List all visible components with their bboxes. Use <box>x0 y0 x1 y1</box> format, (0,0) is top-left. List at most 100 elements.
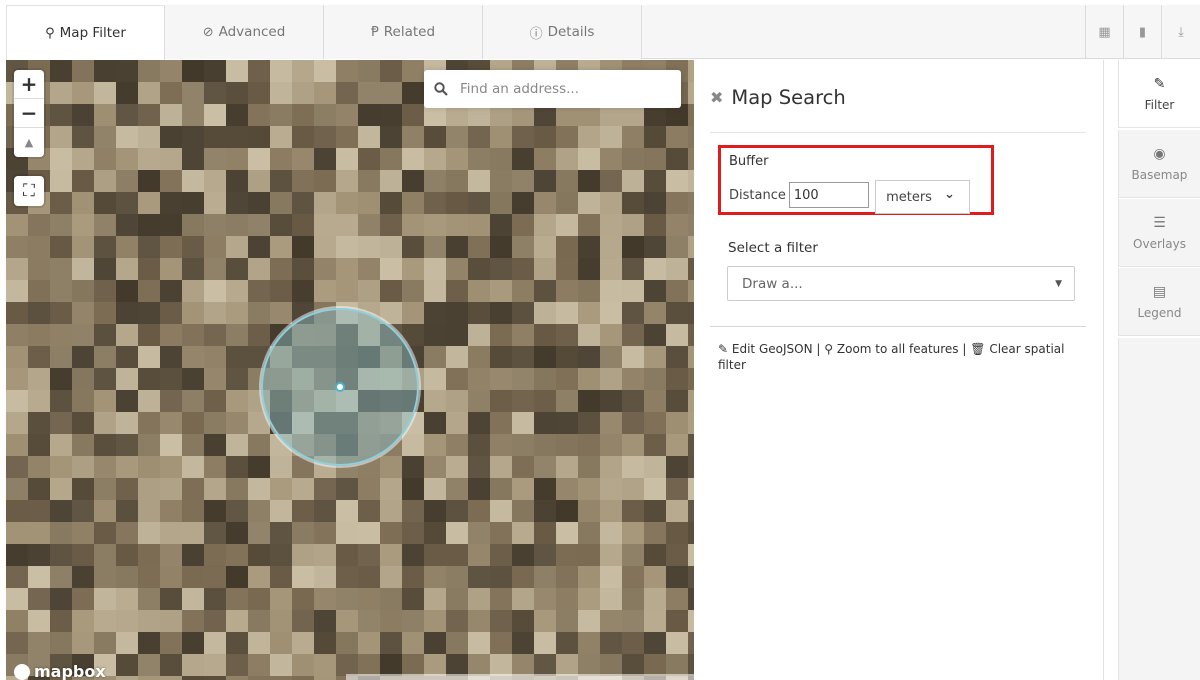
terrain-tile <box>94 214 116 236</box>
rail-item-overlays[interactable]: ☰ Overlays <box>1118 199 1200 267</box>
rail-item-basemap[interactable]: ◉ Basemap <box>1118 130 1200 198</box>
terrain-tile <box>468 654 490 676</box>
terrain-tile <box>204 280 226 302</box>
terrain-tile <box>622 566 644 588</box>
terrain-tile <box>556 324 578 346</box>
tab-details[interactable]: ⓘ Details <box>483 5 642 59</box>
zoom-out-button[interactable]: − <box>14 99 44 128</box>
fullscreen-button[interactable]: ⛶ <box>14 176 44 206</box>
terrain-tile <box>622 588 644 610</box>
terrain-tile <box>446 456 468 478</box>
terrain-tile <box>226 456 248 478</box>
terrain-tile <box>446 368 468 390</box>
terrain-tile <box>138 82 160 104</box>
globe-icon: ◉ <box>1153 145 1166 162</box>
terrain-tile <box>446 478 468 500</box>
zoom-all-link[interactable]: Zoom to all features <box>837 342 959 356</box>
tab-spacer <box>642 5 1086 58</box>
edit-geojson-link[interactable]: Edit GeoJSON <box>732 342 813 356</box>
terrain-tile <box>314 676 336 680</box>
terrain-tile <box>182 500 204 522</box>
terrain-tile <box>226 60 248 82</box>
rail-item-legend[interactable]: ▤ Legend <box>1118 268 1200 336</box>
calendar-button[interactable]: ▦ <box>1086 5 1124 59</box>
terrain-tile <box>380 214 402 236</box>
terrain-tile <box>248 566 270 588</box>
terrain-tile <box>182 324 204 346</box>
tab-bar: ⚲ Map Filter ⊘ Advanced Ᵽ Related ⓘ Deta… <box>6 5 1200 60</box>
terrain-tile <box>358 280 380 302</box>
terrain-tile <box>644 632 666 654</box>
close-icon[interactable]: ✖ <box>710 88 723 107</box>
terrain-tile <box>402 522 424 544</box>
terrain-tile <box>204 302 226 324</box>
terrain-tile <box>534 346 556 368</box>
terrain-tile <box>446 192 468 214</box>
terrain-tile <box>270 610 292 632</box>
tab-label: Related <box>383 24 436 40</box>
terrain-tile <box>622 456 644 478</box>
bookmark-button[interactable]: ▮ <box>1124 5 1162 59</box>
terrain-tile <box>116 390 138 412</box>
terrain-tile <box>490 236 512 258</box>
terrain-tile <box>204 412 226 434</box>
zoom-in-button[interactable]: + <box>14 70 44 99</box>
terrain-tile <box>50 500 72 522</box>
terrain-tile <box>666 236 688 258</box>
address-search-input[interactable] <box>460 81 660 97</box>
download-button[interactable]: ⤓ <box>1162 5 1200 59</box>
terrain-tile <box>28 544 50 566</box>
terrain-tile <box>380 522 402 544</box>
terrain-tile <box>292 544 314 566</box>
terrain-tile <box>380 192 402 214</box>
unit-select[interactable]: meters ⌄ <box>874 180 970 214</box>
terrain-tile <box>424 236 446 258</box>
terrain-tile <box>248 610 270 632</box>
terrain-tile <box>72 632 94 654</box>
terrain-tile <box>556 522 578 544</box>
terrain-tile <box>446 236 468 258</box>
terrain-tile <box>50 346 72 368</box>
terrain-tile <box>160 126 182 148</box>
terrain-tile <box>622 192 644 214</box>
tab-related[interactable]: Ᵽ Related <box>324 5 483 59</box>
terrain-tile <box>138 302 160 324</box>
terrain-tile <box>424 654 446 676</box>
terrain-tile <box>644 390 666 412</box>
terrain-tile <box>534 170 556 192</box>
terrain-tile <box>380 126 402 148</box>
terrain-tile <box>204 82 226 104</box>
terrain-tile <box>446 148 468 170</box>
distance-input[interactable] <box>788 182 869 208</box>
terrain-tile <box>666 148 688 170</box>
tab-advanced[interactable]: ⊘ Advanced <box>165 5 324 59</box>
compass-button[interactable]: ▲ <box>14 128 44 157</box>
buffer-center-point[interactable] <box>335 382 345 392</box>
filter-select[interactable]: Draw a... ▼ <box>727 266 1075 301</box>
terrain-tile <box>94 544 116 566</box>
terrain-tile <box>182 214 204 236</box>
terrain-tile <box>556 148 578 170</box>
terrain-tile <box>138 478 160 500</box>
terrain-tile <box>556 588 578 610</box>
terrain-tile <box>578 544 600 566</box>
terrain-tile <box>160 236 182 258</box>
terrain-tile <box>380 544 402 566</box>
terrain-tile <box>336 544 358 566</box>
terrain-tile <box>622 522 644 544</box>
terrain-tile <box>512 214 534 236</box>
terrain-tile <box>72 82 94 104</box>
terrain-tile <box>358 522 380 544</box>
rail-item-filter[interactable]: ✎ Filter <box>1118 60 1200 128</box>
terrain-tile <box>336 258 358 280</box>
tab-map-filter[interactable]: ⚲ Map Filter <box>6 5 165 60</box>
info-circle-icon: ⓘ <box>529 26 543 42</box>
terrain-tile <box>512 324 534 346</box>
terrain-tile <box>204 324 226 346</box>
terrain-tile <box>512 302 534 324</box>
terrain-tile <box>424 324 446 346</box>
map-canvas[interactable]: + − ▲ ⛶ mapbox <box>6 60 694 680</box>
terrain-tile <box>402 192 424 214</box>
search-icon <box>434 82 448 96</box>
terrain-tile <box>248 544 270 566</box>
